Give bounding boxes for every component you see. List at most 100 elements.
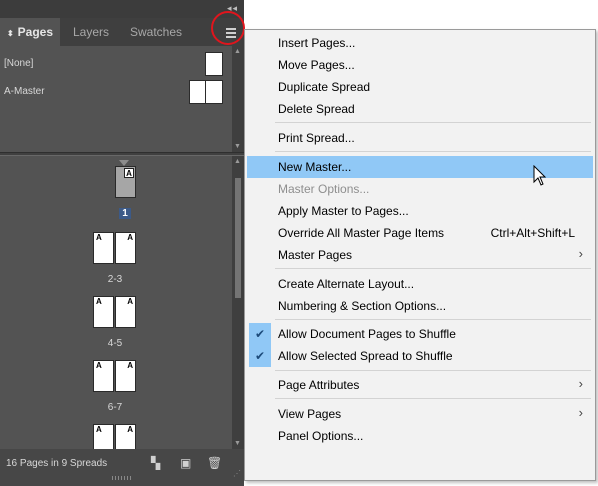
menu-item-label: Move Pages... <box>278 58 355 72</box>
tab-swatches-label: Swatches <box>129 25 183 39</box>
scroll-up-icon[interactable]: ▲ <box>234 48 241 55</box>
menu-item-override-master-items[interactable]: Override All Master Page Items Ctrl+Alt+… <box>247 222 593 244</box>
menu-item-label: Master Pages <box>278 248 353 262</box>
menu-item-label: New Master... <box>278 160 352 174</box>
menu-separator <box>275 268 591 269</box>
checkmark-icon: ✔ <box>249 323 271 345</box>
mouse-pointer-icon <box>533 165 547 186</box>
scroll-down-icon[interactable]: ▼ <box>234 143 241 150</box>
menu-separator <box>275 122 591 123</box>
panel-grip-handle[interactable] <box>112 476 132 480</box>
menu-item-duplicate-spread[interactable]: Duplicate Spread <box>247 76 593 98</box>
master-prefix: A <box>127 425 133 434</box>
master-prefix: A <box>96 361 102 370</box>
collapse-panel-icon[interactable]: ◂◂ <box>227 3 238 14</box>
checkmark-icon: ✔ <box>249 345 271 367</box>
menu-item-label: View Pages <box>278 407 342 421</box>
menu-item-page-attributes[interactable]: Page Attributes › <box>247 374 593 396</box>
menu-item-label: Override All Master Page Items <box>278 226 445 240</box>
master-thumbnail-right <box>205 80 223 104</box>
menu-item-print-spread[interactable]: Print Spread... <box>247 127 593 149</box>
menu-item-label: Numbering & Section Options... <box>278 299 447 313</box>
page-thumbnail[interactable]: A <box>115 166 136 198</box>
hamburger-icon <box>226 28 236 30</box>
master-item-none[interactable]: [None] <box>0 52 232 78</box>
panel-flyout-menu: Insert Pages... Move Pages... Duplicate … <box>244 29 596 481</box>
menu-item-create-alternate-layout[interactable]: Create Alternate Layout... <box>247 273 593 295</box>
menu-item-panel-options[interactable]: Panel Options... <box>247 425 593 447</box>
menu-item-apply-master[interactable]: Apply Master to Pages... <box>247 200 593 222</box>
menu-item-allow-document-shuffle[interactable]: ✔ Allow Document Pages to Shuffle <box>247 323 593 345</box>
edit-page-size-icon[interactable]: ▚ <box>151 456 160 470</box>
scrollbar-thumb[interactable] <box>235 178 241 298</box>
menu-item-label: Panel Options... <box>278 429 364 443</box>
hamburger-icon-bar <box>226 32 236 34</box>
menu-separator <box>275 398 591 399</box>
master-prefix: A <box>96 297 102 306</box>
document-pages-area: A 1 A A 2-3 A A 4-5 A A 6-7 A A <box>0 156 232 449</box>
menu-item-label: Master Options... <box>278 182 370 196</box>
menu-item-label: Create Alternate Layout... <box>278 277 415 291</box>
menu-item-numbering-section[interactable]: Numbering & Section Options... <box>247 295 593 317</box>
menu-item-label: Insert Pages... <box>278 36 356 50</box>
master-item-label: [None] <box>4 58 34 69</box>
menu-item-view-pages[interactable]: View Pages › <box>247 403 593 425</box>
page-thumbnail-left[interactable]: A <box>93 360 114 392</box>
menu-item-label: Duplicate Spread <box>278 80 371 94</box>
menu-item-label: Allow Document Pages to Shuffle <box>278 327 456 341</box>
menu-item-label: Allow Selected Spread to Shuffle <box>278 349 453 363</box>
tab-pages-label: Pages <box>17 25 54 39</box>
master-prefix: A <box>96 425 102 434</box>
menu-item-allow-spread-shuffle[interactable]: ✔ Allow Selected Spread to Shuffle <box>247 345 593 367</box>
menu-separator <box>275 151 591 152</box>
panel-title-bar: ◂◂ <box>0 0 244 18</box>
panel-menu-button[interactable] <box>222 24 240 42</box>
pages-scrollbar[interactable]: ▲ ▼ <box>232 156 244 449</box>
master-thumbnail <box>205 52 223 76</box>
tab-chevron-icon: ⬍ <box>6 29 14 38</box>
page-thumbnail-left[interactable]: A <box>93 424 114 449</box>
master-prefix: A <box>127 361 133 370</box>
menu-separator <box>275 370 591 371</box>
page-thumbnail-right[interactable]: A <box>115 232 136 264</box>
master-prefix: A <box>124 168 134 178</box>
master-prefix: A <box>127 297 133 306</box>
pages-panel: ◂◂ ⬍ Pages Layers Swatches [None] A-Maste… <box>0 0 244 486</box>
page-thumbnail-right[interactable]: A <box>115 424 136 449</box>
page-thumbnail-right[interactable]: A <box>115 296 136 328</box>
master-prefix: A <box>127 233 133 242</box>
masters-scrollbar[interactable]: ▲ ▼ <box>232 46 244 152</box>
master-item-a-master[interactable]: A-Master <box>0 80 232 106</box>
scroll-up-icon[interactable]: ▲ <box>234 158 241 165</box>
menu-separator <box>275 319 591 320</box>
spread-label: 2-3 <box>107 274 123 285</box>
new-page-icon[interactable]: ▣ <box>180 456 191 470</box>
resize-grip-icon[interactable]: ⋰ <box>233 469 241 478</box>
tab-layers[interactable]: Layers <box>60 18 122 46</box>
submenu-arrow-icon: › <box>578 376 583 391</box>
scroll-down-icon[interactable]: ▼ <box>234 440 241 447</box>
tab-swatches[interactable]: Swatches <box>122 18 190 46</box>
menu-item-insert-pages[interactable]: Insert Pages... <box>247 32 593 54</box>
hamburger-icon-bar <box>226 36 236 38</box>
menu-item-label: Apply Master to Pages... <box>278 204 409 218</box>
spread-label: 4-5 <box>107 338 123 349</box>
delete-page-icon[interactable]: 🗑 <box>207 456 222 470</box>
menu-item-label: Page Attributes <box>278 378 360 392</box>
panel-tab-bar: ⬍ Pages Layers Swatches <box>0 18 244 46</box>
page-count-status: 16 Pages in 9 Spreads <box>6 458 108 469</box>
master-prefix: A <box>96 233 102 242</box>
page-thumbnail-left[interactable]: A <box>93 296 114 328</box>
spread-label: 6-7 <box>107 402 123 413</box>
submenu-arrow-icon: › <box>578 246 583 261</box>
page-thumbnail-right[interactable]: A <box>115 360 136 392</box>
menu-item-move-pages[interactable]: Move Pages... <box>247 54 593 76</box>
master-pages-list: [None] A-Master <box>0 46 232 152</box>
menu-item-master-pages[interactable]: Master Pages › <box>247 244 593 266</box>
master-item-label: A-Master <box>4 86 45 97</box>
tab-pages[interactable]: ⬍ Pages <box>0 18 60 46</box>
page-thumbnail-left[interactable]: A <box>93 232 114 264</box>
menu-item-delete-spread[interactable]: Delete Spread <box>247 98 593 120</box>
panel-footer: 16 Pages in 9 Spreads ▚ ▣ 🗑 ⋰ <box>0 449 244 486</box>
tab-layers-label: Layers <box>72 25 110 39</box>
